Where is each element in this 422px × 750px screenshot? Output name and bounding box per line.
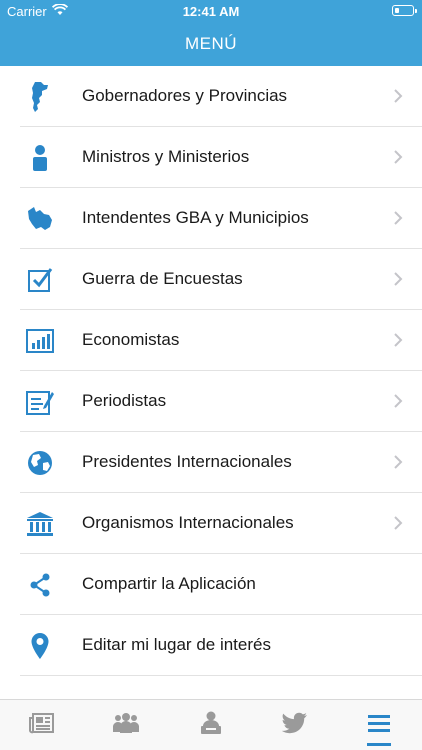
- page-title: MENÚ: [184, 34, 238, 53]
- chevron-right-icon: [393, 210, 403, 226]
- clock: 12:41 AM: [182, 4, 240, 19]
- tab-group[interactable]: [111, 710, 141, 740]
- menu-item-label: Economistas: [82, 330, 180, 349]
- chevron-right-icon: [393, 271, 403, 287]
- menu-item-encuestas[interactable]: Guerra de Encuestas: [0, 249, 422, 310]
- menu-item-label: Presidentes Internacionales: [82, 452, 292, 471]
- bar-chart-icon: [24, 325, 56, 357]
- globe-icon: [24, 447, 56, 479]
- menu-item-gobernadores[interactable]: Gobernadores y Provincias: [0, 66, 422, 127]
- menu-icon: [367, 713, 391, 738]
- menu-item-periodistas[interactable]: Periodistas: [0, 371, 422, 432]
- checkbox-icon: [24, 264, 56, 296]
- menu-list: Gobernadores y Provincias Ministros y Mi…: [0, 66, 422, 676]
- menu-item-presidentes[interactable]: Presidentes Internacionales: [0, 432, 422, 493]
- menu-item-label: Gobernadores y Provincias: [82, 86, 288, 105]
- menu-item-label: Editar mi lugar de interés: [82, 635, 271, 654]
- menu-item-ministros[interactable]: Ministros y Ministerios: [0, 127, 422, 188]
- status-bar: Carrier 12:41 AM: [0, 0, 422, 22]
- chevron-right-icon: [393, 515, 403, 531]
- menu-item-label: Intendentes GBA y Municipios: [82, 208, 309, 227]
- chevron-right-icon: [393, 149, 403, 165]
- menu-item-label: Organismos Internacionales: [82, 513, 294, 532]
- group-icon: [112, 712, 140, 739]
- chevron-right-icon: [393, 332, 403, 348]
- speaker-icon: [198, 711, 224, 740]
- chevron-right-icon: [393, 88, 403, 104]
- tab-speaker[interactable]: [196, 710, 226, 740]
- edit-document-icon: [24, 386, 56, 418]
- menu-item-economistas[interactable]: Economistas: [0, 310, 422, 371]
- menu-item-label: Guerra de Encuestas: [82, 269, 243, 288]
- navigation-bar: MENÚ: [0, 22, 422, 66]
- menu-item-lugar-interes[interactable]: Editar mi lugar de interés: [0, 615, 422, 676]
- menu-item-compartir[interactable]: Compartir la Aplicación: [0, 554, 422, 615]
- newspaper-icon: [29, 712, 55, 739]
- menu-item-label: Compartir la Aplicación: [82, 574, 256, 593]
- chevron-right-icon: [393, 393, 403, 409]
- tab-menu[interactable]: [364, 710, 394, 746]
- argentina-map-icon: [24, 81, 56, 113]
- tab-newspaper[interactable]: [27, 710, 57, 740]
- menu-item-organismos[interactable]: Organismos Internacionales: [0, 493, 422, 554]
- person-icon: [24, 142, 56, 174]
- share-icon: [24, 569, 56, 601]
- menu-item-label: Ministros y Ministerios: [82, 147, 250, 166]
- tab-twitter[interactable]: [280, 710, 310, 740]
- location-pin-icon: [24, 630, 56, 662]
- menu-item-intendentes[interactable]: Intendentes GBA y Municipios: [0, 188, 422, 249]
- twitter-icon: [281, 712, 308, 739]
- menu-item-label: Periodistas: [82, 391, 167, 410]
- province-map-icon: [24, 203, 56, 235]
- chevron-right-icon: [393, 454, 403, 470]
- tab-bar: [0, 699, 422, 750]
- institution-icon: [24, 508, 56, 540]
- battery-icon: [392, 5, 417, 16]
